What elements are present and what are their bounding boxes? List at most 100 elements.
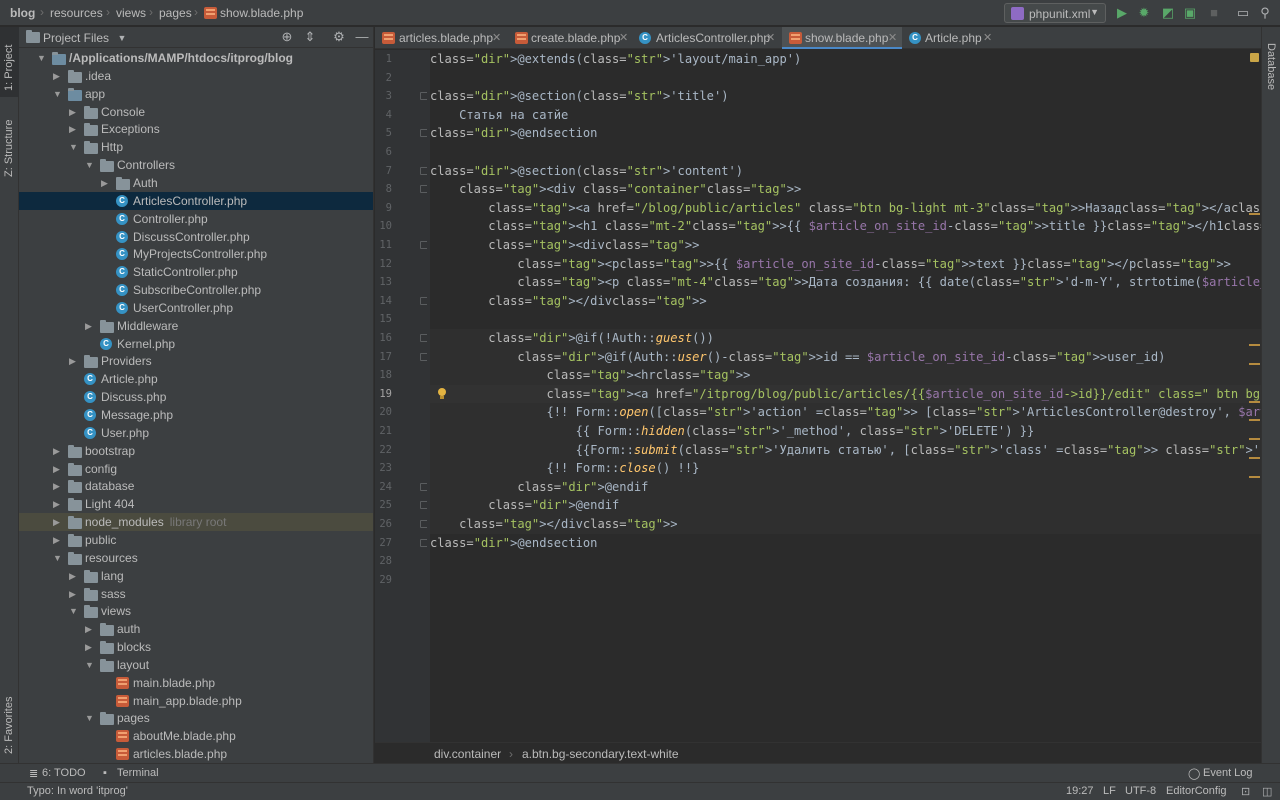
gear-icon[interactable]: ⚙ — [331, 29, 347, 45]
error-stripe-mark[interactable] — [1249, 457, 1260, 459]
tool-tab-project[interactable]: 1: Project — [0, 27, 19, 97]
nav-crumb-project[interactable]: blog — [10, 6, 35, 20]
tree-item-resources[interactable]: ▼ resources — [19, 549, 373, 567]
tree-item-middleware[interactable]: ▶ Middleware — [19, 317, 373, 335]
code-area[interactable]: class="dir">@extends(class="str">'layout… — [430, 50, 1261, 742]
run-icon[interactable]: ▶ — [1113, 4, 1131, 22]
tree-item-sass[interactable]: ▶ sass — [19, 585, 373, 603]
target-icon[interactable]: ⊕ — [279, 29, 295, 45]
code-line[interactable] — [430, 552, 1261, 571]
code-line[interactable] — [430, 310, 1261, 329]
collapsed-arrow-icon[interactable]: ▶ — [53, 479, 63, 493]
debug-icon[interactable]: ✹ — [1135, 4, 1153, 22]
collapsed-arrow-icon[interactable]: ▶ — [53, 515, 63, 529]
line-number[interactable]: 12 — [375, 255, 392, 274]
tree-item-blocks[interactable]: ▶ blocks — [19, 638, 373, 656]
expanded-arrow-icon[interactable]: ▼ — [85, 711, 95, 725]
collapsed-arrow-icon[interactable]: ▶ — [53, 533, 63, 547]
code-line[interactable]: class="dir">@if(!Auth::guest()) — [430, 329, 1261, 348]
tree-item-aboutme-blade-php[interactable]: aboutMe.blade.php — [19, 727, 373, 745]
code-editor[interactable]: 1 2 3 4 5 6 7 8 9 10 11 12 13 14 15 16 17 18 19 20 21 22 23 24 2… — [375, 50, 1261, 742]
tree-item-articles-blade-php[interactable]: articles.blade.php — [19, 745, 373, 763]
code-line[interactable]: {{Form::submit(class="str">'Удалить стат… — [430, 440, 1261, 460]
line-number[interactable]: 28 — [375, 552, 392, 571]
line-number[interactable]: 29 — [375, 571, 392, 590]
tool-tab-database[interactable]: Database — [1265, 43, 1277, 90]
tree-item-subscribecontroller-php[interactable]: C SubscribeController.php — [19, 281, 373, 299]
error-stripe-mark[interactable] — [1249, 438, 1260, 440]
line-number[interactable]: 15 — [375, 310, 392, 329]
error-stripe-mark[interactable] — [1249, 401, 1260, 403]
close-icon[interactable]: ✕ — [888, 31, 897, 44]
tree-item-lang[interactable]: ▶ lang — [19, 567, 373, 585]
breadcrumb-div-container[interactable]: div.container — [434, 747, 501, 761]
tab-show-blade[interactable]: show.blade.php ✕ — [782, 27, 902, 49]
tree-item-discuss-php[interactable]: C Discuss.php — [19, 388, 373, 406]
code-line[interactable]: class="dir">@endif — [430, 477, 1261, 497]
collapsed-arrow-icon[interactable]: ▶ — [69, 105, 79, 119]
tree-item-public[interactable]: ▶ public — [19, 531, 373, 549]
error-stripe-mark[interactable] — [1249, 344, 1260, 346]
expanded-arrow-icon[interactable]: ▼ — [53, 87, 63, 101]
line-number[interactable]: 16 — [375, 329, 392, 348]
line-number[interactable]: 4 — [375, 106, 392, 125]
caret-position[interactable]: 19:27 — [1066, 785, 1094, 797]
tree-item-bootstrap[interactable]: ▶ bootstrap — [19, 442, 373, 460]
line-number[interactable]: 2 — [375, 69, 392, 88]
line-number[interactable]: 20 — [375, 403, 392, 422]
tab-articles-blade[interactable]: articles.blade.php ✕ — [375, 27, 506, 49]
line-number[interactable]: 3 — [375, 87, 392, 106]
code-line[interactable] — [430, 69, 1261, 88]
code-line[interactable]: {!! Form::open([class="str">'action' =cl… — [430, 403, 1261, 422]
tab-create-blade[interactable]: create.blade.php ✕ — [506, 27, 634, 49]
status-message[interactable]: Typo: In word 'itprog' — [27, 785, 128, 797]
code-line[interactable]: class="dir">@section(class="str">'title'… — [430, 87, 1261, 106]
collapsed-arrow-icon[interactable]: ▶ — [85, 319, 95, 333]
expanded-arrow-icon[interactable]: ▼ — [69, 140, 79, 154]
run-config-select[interactable]: phpunit.xml ▼ — [1004, 3, 1106, 23]
line-number[interactable]: 5 — [375, 124, 392, 143]
expanded-arrow-icon[interactable]: ▼ — [37, 51, 47, 65]
line-number[interactable]: 23 — [375, 459, 392, 478]
tool-tab-favorites[interactable]: 2: Favorites — [0, 682, 19, 762]
line-separator[interactable]: LF — [1103, 785, 1116, 797]
tree-item-user-php[interactable]: C User.php — [19, 424, 373, 442]
tree-item-app[interactable]: ▼ app — [19, 85, 373, 103]
code-line[interactable]: class="dir">@if(Auth::user()-class="tag"… — [430, 347, 1261, 367]
memory-indicator-icon[interactable]: ◫ — [1262, 785, 1272, 798]
tree-item-main-app-blade-php[interactable]: main_app.blade.php — [19, 692, 373, 710]
lock-icon[interactable]: ⊡ — [1241, 785, 1250, 798]
tree-item-staticcontroller-php[interactable]: C StaticController.php — [19, 263, 373, 281]
line-number[interactable]: 18 — [375, 366, 392, 385]
line-number[interactable]: 19 — [375, 385, 392, 404]
close-icon[interactable]: ✕ — [983, 31, 992, 44]
code-line[interactable] — [430, 143, 1261, 162]
code-line[interactable]: class="tag"><divclass="tag">> — [430, 236, 1261, 255]
tool-tab-structure[interactable]: Z: Structure — [0, 103, 19, 183]
line-number[interactable]: 26 — [375, 515, 392, 534]
tree-item-layout[interactable]: ▼ layout — [19, 656, 373, 674]
search-icon[interactable]: ⚲ — [1256, 4, 1274, 22]
window-icon[interactable]: ▭ — [1234, 4, 1252, 22]
tree-item-auth[interactable]: ▶ Auth — [19, 174, 373, 192]
code-line[interactable] — [430, 571, 1261, 590]
collapsed-arrow-icon[interactable]: ▶ — [69, 122, 79, 136]
line-number[interactable]: 14 — [375, 292, 392, 311]
code-line[interactable]: class="tag"><pclass="tag">>{{ $article_o… — [430, 255, 1261, 274]
collapsed-arrow-icon[interactable]: ▶ — [85, 622, 95, 636]
line-number[interactable]: 21 — [375, 422, 392, 441]
editor-config[interactable]: EditorConfig — [1166, 785, 1227, 797]
project-view-select[interactable]: Project Files — [43, 31, 109, 45]
tree-item-article-php[interactable]: C Article.php — [19, 370, 373, 388]
tree-item-controller-php[interactable]: C Controller.php — [19, 210, 373, 228]
tool-tab-todo[interactable]: 6: TODO — [42, 767, 86, 779]
code-line[interactable]: Статья на сатйе — [430, 106, 1261, 125]
error-stripe-mark[interactable] — [1249, 419, 1260, 421]
code-line[interactable]: class="tag"><a href="/itprog/blog/public… — [430, 384, 1261, 404]
collapse-icon[interactable]: ⇕ — [302, 29, 318, 45]
code-line[interactable]: {!! Form::close() !!} — [430, 459, 1261, 478]
code-line[interactable]: class="tag"><p class="mt-4"class="tag">>… — [430, 273, 1261, 292]
line-number[interactable]: 10 — [375, 217, 392, 236]
tree-item-applications-mamp-htdocs-itprog-blog[interactable]: ▼ /Applications/MAMP/htdocs/itprog/blog — [19, 49, 373, 67]
tree-item-providers[interactable]: ▶ Providers — [19, 352, 373, 370]
